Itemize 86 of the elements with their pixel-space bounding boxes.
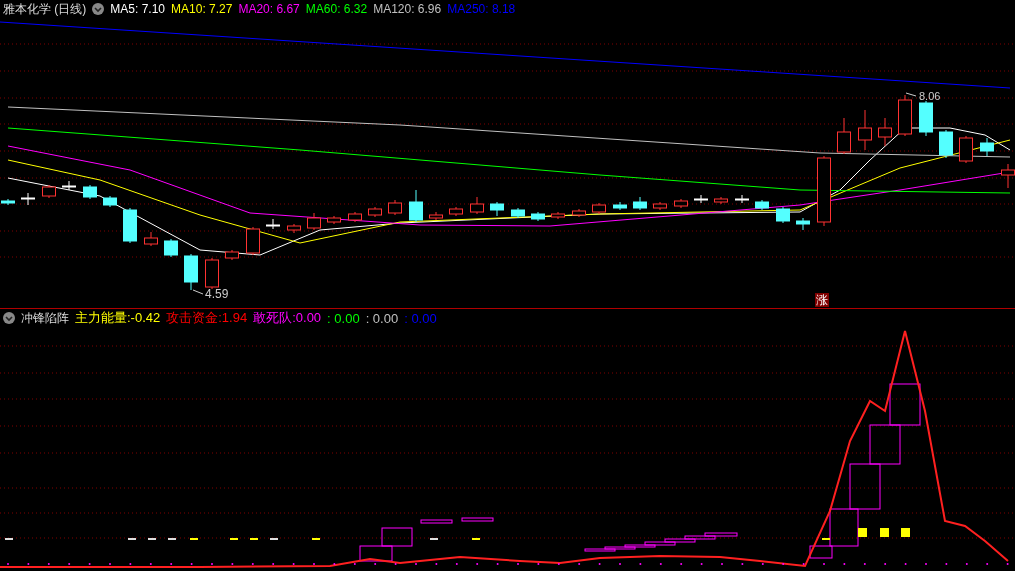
energy-bar bbox=[869, 424, 901, 465]
candlestick bbox=[653, 201, 667, 211]
candlestick bbox=[939, 129, 953, 159]
candlestick bbox=[42, 184, 56, 199]
candlestick bbox=[592, 202, 606, 215]
candlestick bbox=[307, 212, 321, 231]
signal-dash bbox=[4, 538, 14, 540]
candlestick bbox=[817, 155, 831, 227]
candlestick bbox=[287, 223, 301, 234]
ma-reading: MA20: 6.67 bbox=[238, 2, 300, 16]
candlestick bbox=[694, 194, 708, 204]
ma-reading: MA250: 8.18 bbox=[447, 2, 516, 16]
candlestick bbox=[103, 195, 117, 208]
candlestick bbox=[633, 196, 647, 211]
indicator-reading: : 0.00 bbox=[404, 310, 437, 326]
candlestick bbox=[429, 211, 443, 221]
candlestick bbox=[470, 196, 484, 215]
leader-line bbox=[905, 92, 917, 97]
low-price-label: 4.59 bbox=[205, 287, 229, 301]
candlestick bbox=[796, 217, 810, 231]
chart-title: 雅本化学 (日线) bbox=[3, 0, 87, 18]
candlestick bbox=[919, 100, 933, 137]
candlestick bbox=[490, 201, 504, 217]
candlestick bbox=[205, 257, 219, 290]
energy-bar bbox=[461, 517, 494, 522]
dropdown-icon[interactable] bbox=[3, 312, 15, 324]
signal-dash bbox=[429, 538, 439, 540]
signal-dash bbox=[189, 538, 199, 540]
energy-bar bbox=[420, 519, 453, 524]
signal-dash bbox=[311, 538, 321, 540]
ma-reading: MA5: 7.10 bbox=[110, 2, 166, 16]
candlestick bbox=[266, 218, 280, 230]
indicator-title: 冲锋陷阵 bbox=[21, 309, 69, 327]
candlestick bbox=[164, 238, 178, 258]
candlestick bbox=[368, 206, 382, 218]
indicator-reading: : 0.00 bbox=[365, 310, 399, 326]
indicator-reading: 攻击资金:1.94 bbox=[166, 309, 248, 327]
energy-bar bbox=[849, 463, 881, 510]
candlestick bbox=[449, 206, 463, 217]
signal-dash bbox=[471, 538, 481, 540]
indicator-reading: : 0.00 bbox=[327, 310, 360, 326]
candlestick bbox=[837, 117, 851, 155]
leader-line bbox=[192, 289, 204, 295]
candlestick bbox=[348, 211, 362, 223]
candlestick bbox=[858, 109, 872, 151]
candlestick bbox=[714, 196, 728, 205]
candlestick bbox=[83, 184, 97, 200]
candlestick bbox=[409, 189, 423, 223]
candlestick bbox=[123, 207, 137, 244]
dropdown-icon[interactable] bbox=[92, 3, 105, 15]
candlestick bbox=[246, 226, 260, 256]
candlestick bbox=[62, 180, 76, 191]
candlestick bbox=[572, 208, 586, 218]
candlestick bbox=[327, 215, 341, 225]
signal-square bbox=[901, 528, 910, 537]
candlestick bbox=[898, 94, 912, 137]
signal-dash bbox=[821, 538, 831, 540]
ma-reading: MA120: 6.96 bbox=[373, 2, 442, 16]
candlestick bbox=[613, 201, 627, 211]
candlestick bbox=[511, 207, 525, 219]
candlestick bbox=[1, 198, 15, 206]
candlestick bbox=[144, 231, 158, 247]
candlestick bbox=[531, 211, 545, 222]
candlestick bbox=[735, 194, 749, 204]
candlestick bbox=[878, 117, 892, 147]
candlestick bbox=[674, 198, 688, 209]
candlestick bbox=[959, 135, 973, 164]
high-price-label: 8.06 bbox=[919, 90, 941, 102]
candlestick bbox=[225, 249, 239, 261]
signal-square bbox=[858, 528, 867, 537]
candlestick bbox=[184, 253, 198, 291]
ma-reading: MA60: 6.32 bbox=[305, 2, 368, 16]
candlestick bbox=[776, 206, 790, 224]
energy-bar bbox=[381, 527, 413, 547]
candlestick bbox=[388, 199, 402, 216]
candlestick bbox=[755, 199, 769, 211]
indicator-reading: 敢死队:0.00 bbox=[253, 309, 322, 327]
candlestick bbox=[551, 211, 565, 220]
indicator-reading: 主力能量:-0.42 bbox=[75, 309, 161, 327]
candlestick bbox=[21, 192, 35, 206]
signal-square bbox=[880, 528, 889, 537]
energy-bar bbox=[889, 383, 921, 426]
candlestick bbox=[980, 137, 994, 157]
ma-reading: MA10: 7.27 bbox=[171, 2, 233, 16]
energy-bar bbox=[359, 545, 393, 562]
rise-signal-badge: 涨 bbox=[815, 293, 829, 307]
